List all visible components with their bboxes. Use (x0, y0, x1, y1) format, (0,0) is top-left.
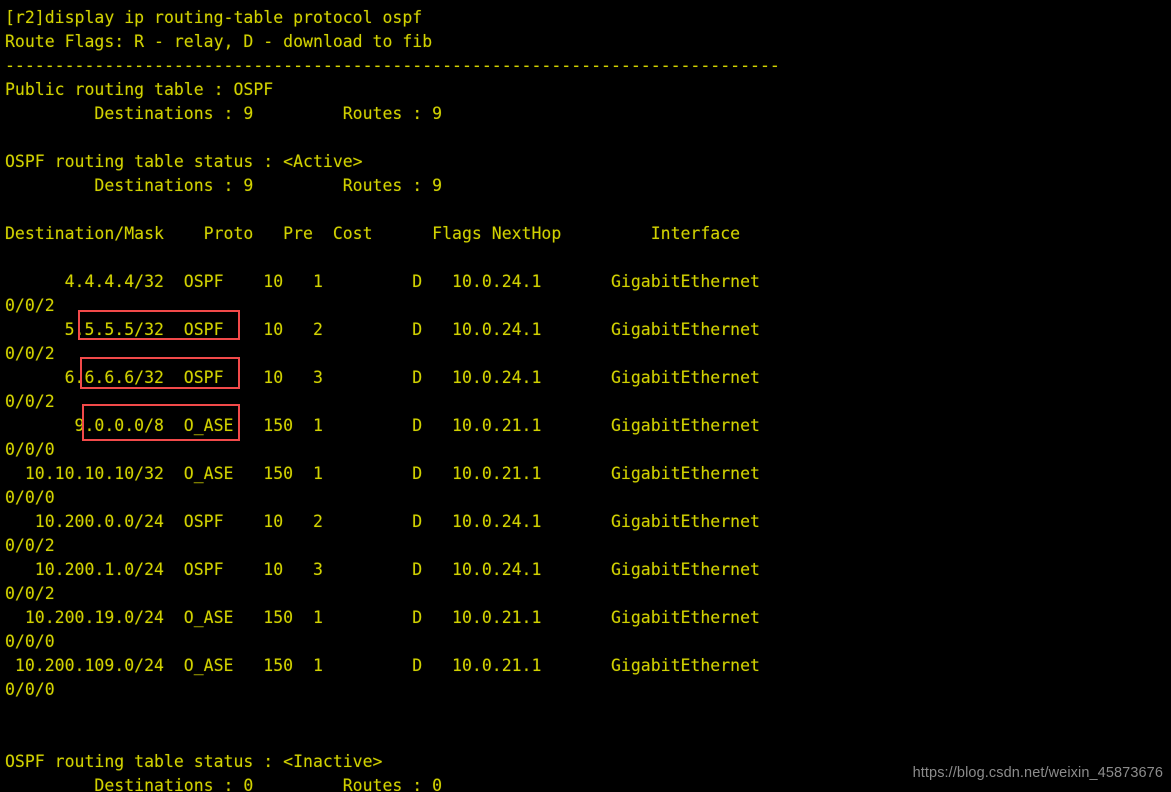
blank-line-3 (5, 246, 780, 270)
watermark-url: https://blog.csdn.net/weixin_45873676 (912, 765, 1163, 781)
table-header-line: Destination/Mask Proto Pre Cost Flags Ne… (5, 224, 741, 243)
public-counts-line: Destinations : 9 Routes : 9 (5, 104, 443, 123)
table-row-continuation: 0/0/2 (5, 344, 55, 363)
route-flags-legend-line: Route Flags: R - relay, D - download to … (5, 32, 433, 51)
blank-line-4 (5, 702, 780, 726)
blank-line-5 (5, 726, 780, 750)
table-row-continuation: 0/0/0 (5, 632, 55, 651)
terminal-screen-buffer: [r2]display ip routing-table protocol os… (5, 6, 780, 792)
table-row: 9.0.0.0/8 O_ASE 150 1 D 10.0.21.1 Gigabi… (5, 416, 760, 435)
table-row-continuation: 0/0/0 (5, 680, 55, 699)
table-row: 6.6.6.6/32 OSPF 10 3 D 10.0.24.1 Gigabit… (5, 368, 760, 387)
table-row-continuation: 0/0/2 (5, 296, 55, 315)
ospf-inactive-status-line: OSPF routing table status : <Inactive> (5, 752, 383, 771)
table-row-continuation: 0/0/0 (5, 440, 55, 459)
table-row: 10.200.19.0/24 O_ASE 150 1 D 10.0.21.1 G… (5, 608, 760, 627)
terminal-window[interactable]: [r2]display ip routing-table protocol os… (0, 0, 1171, 792)
ospf-inactive-counts-line: Destinations : 0 Routes : 0 (5, 776, 443, 792)
blank-line-2 (5, 198, 780, 222)
separator-line: ----------------------------------------… (5, 56, 780, 75)
table-row-continuation: 0/0/2 (5, 536, 55, 555)
table-row-continuation: 0/0/2 (5, 392, 55, 411)
table-row: 10.200.0.0/24 OSPF 10 2 D 10.0.24.1 Giga… (5, 512, 760, 531)
table-row: 4.4.4.4/32 OSPF 10 1 D 10.0.24.1 Gigabit… (5, 272, 760, 291)
public-routing-table-line: Public routing table : OSPF (5, 80, 274, 99)
blank-line-1 (5, 126, 780, 150)
table-row-continuation: 0/0/2 (5, 584, 55, 603)
table-row: 10.200.1.0/24 OSPF 10 3 D 10.0.24.1 Giga… (5, 560, 760, 579)
table-row: 10.200.109.0/24 O_ASE 150 1 D 10.0.21.1 … (5, 656, 760, 675)
table-row: 10.10.10.10/32 O_ASE 150 1 D 10.0.21.1 G… (5, 464, 760, 483)
table-row-continuation: 0/0/0 (5, 488, 55, 507)
ospf-active-counts-line: Destinations : 9 Routes : 9 (5, 176, 443, 195)
ospf-active-status-line: OSPF routing table status : <Active> (5, 152, 363, 171)
command-line: [r2]display ip routing-table protocol os… (5, 8, 423, 27)
table-row: 5.5.5.5/32 OSPF 10 2 D 10.0.24.1 Gigabit… (5, 320, 760, 339)
